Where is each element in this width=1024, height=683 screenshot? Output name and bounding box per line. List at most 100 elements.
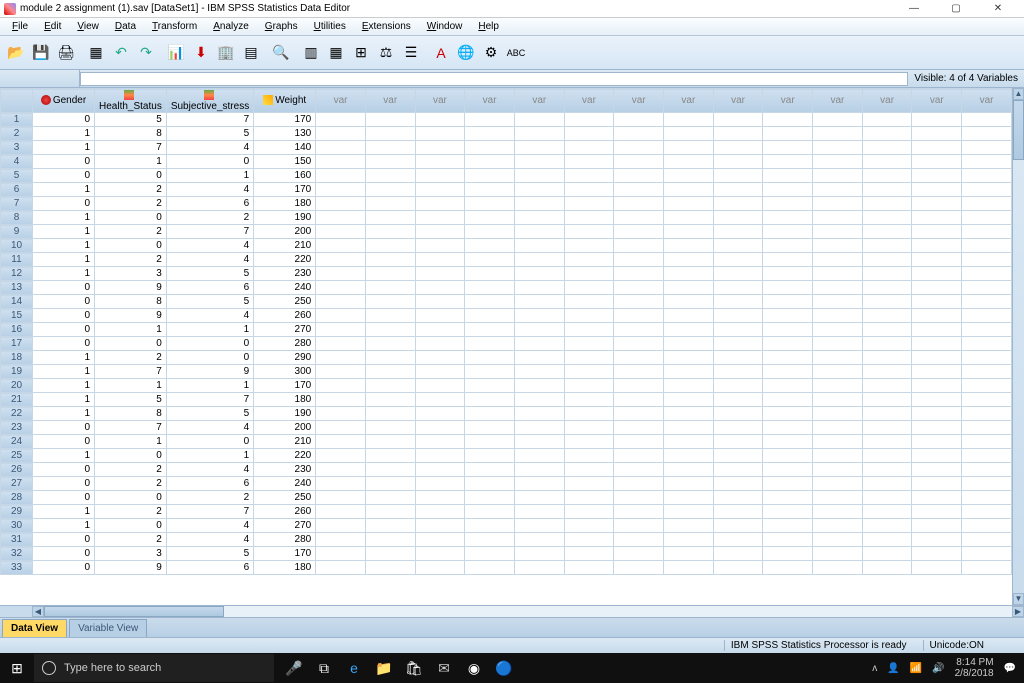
empty-cell[interactable] bbox=[514, 561, 564, 575]
data-cell[interactable]: 2 bbox=[95, 505, 167, 519]
menu-analyze[interactable]: Analyze bbox=[205, 19, 257, 34]
empty-cell[interactable] bbox=[664, 295, 714, 309]
empty-cell[interactable] bbox=[316, 491, 366, 505]
data-cell[interactable]: 0 bbox=[95, 491, 167, 505]
empty-cell[interactable] bbox=[962, 519, 1012, 533]
empty-cell[interactable] bbox=[912, 379, 962, 393]
empty-cell[interactable] bbox=[614, 547, 664, 561]
empty-cell[interactable] bbox=[465, 561, 515, 575]
data-cell[interactable]: 7 bbox=[95, 141, 167, 155]
empty-cell[interactable] bbox=[862, 295, 912, 309]
data-cell[interactable]: 160 bbox=[254, 169, 316, 183]
data-cell[interactable]: 300 bbox=[254, 365, 316, 379]
menu-edit[interactable]: Edit bbox=[36, 19, 69, 34]
data-cell[interactable]: 170 bbox=[254, 547, 316, 561]
empty-cell[interactable] bbox=[763, 309, 813, 323]
data-cell[interactable]: 260 bbox=[254, 505, 316, 519]
empty-cell[interactable] bbox=[365, 239, 415, 253]
empty-cell[interactable] bbox=[862, 519, 912, 533]
empty-cell[interactable] bbox=[664, 547, 714, 561]
empty-cell[interactable] bbox=[763, 463, 813, 477]
empty-cell[interactable] bbox=[664, 463, 714, 477]
empty-cell[interactable] bbox=[713, 295, 763, 309]
empty-cell[interactable] bbox=[415, 211, 465, 225]
empty-cell[interactable] bbox=[514, 155, 564, 169]
insert-cases-icon[interactable]: ▥ bbox=[299, 41, 323, 65]
empty-cell[interactable] bbox=[514, 435, 564, 449]
empty-col-header[interactable]: var bbox=[713, 89, 763, 113]
select-cases-icon[interactable]: ☰ bbox=[399, 41, 423, 65]
empty-cell[interactable] bbox=[962, 267, 1012, 281]
empty-cell[interactable] bbox=[465, 407, 515, 421]
empty-cell[interactable] bbox=[564, 211, 614, 225]
empty-cell[interactable] bbox=[415, 323, 465, 337]
empty-cell[interactable] bbox=[713, 379, 763, 393]
empty-cell[interactable] bbox=[316, 463, 366, 477]
data-cell[interactable]: 150 bbox=[254, 155, 316, 169]
empty-cell[interactable] bbox=[316, 379, 366, 393]
customize-icon[interactable]: ⚙ bbox=[479, 41, 503, 65]
row-header[interactable]: 12 bbox=[1, 267, 33, 281]
row-header[interactable]: 13 bbox=[1, 281, 33, 295]
empty-cell[interactable] bbox=[912, 533, 962, 547]
empty-cell[interactable] bbox=[365, 449, 415, 463]
empty-cell[interactable] bbox=[813, 519, 863, 533]
empty-cell[interactable] bbox=[564, 435, 614, 449]
empty-cell[interactable] bbox=[564, 533, 614, 547]
empty-cell[interactable] bbox=[415, 407, 465, 421]
empty-cell[interactable] bbox=[514, 267, 564, 281]
empty-cell[interactable] bbox=[862, 127, 912, 141]
empty-cell[interactable] bbox=[713, 141, 763, 155]
empty-cell[interactable] bbox=[465, 533, 515, 547]
empty-cell[interactable] bbox=[564, 183, 614, 197]
empty-cell[interactable] bbox=[763, 113, 813, 127]
empty-col-header[interactable]: var bbox=[614, 89, 664, 113]
empty-cell[interactable] bbox=[713, 519, 763, 533]
empty-cell[interactable] bbox=[614, 337, 664, 351]
empty-cell[interactable] bbox=[614, 197, 664, 211]
empty-cell[interactable] bbox=[465, 477, 515, 491]
empty-cell[interactable] bbox=[465, 197, 515, 211]
empty-cell[interactable] bbox=[912, 547, 962, 561]
empty-cell[interactable] bbox=[514, 463, 564, 477]
empty-cell[interactable] bbox=[713, 365, 763, 379]
empty-cell[interactable] bbox=[316, 127, 366, 141]
empty-cell[interactable] bbox=[862, 323, 912, 337]
empty-cell[interactable] bbox=[564, 155, 614, 169]
empty-cell[interactable] bbox=[564, 407, 614, 421]
empty-cell[interactable] bbox=[564, 365, 614, 379]
empty-cell[interactable] bbox=[564, 421, 614, 435]
data-cell[interactable]: 1 bbox=[33, 225, 95, 239]
empty-cell[interactable] bbox=[813, 421, 863, 435]
empty-cell[interactable] bbox=[465, 379, 515, 393]
data-cell[interactable]: 200 bbox=[254, 225, 316, 239]
empty-cell[interactable] bbox=[912, 309, 962, 323]
row-header[interactable]: 18 bbox=[1, 351, 33, 365]
empty-cell[interactable] bbox=[514, 323, 564, 337]
empty-cell[interactable] bbox=[415, 393, 465, 407]
split-file-icon[interactable]: ⊞ bbox=[349, 41, 373, 65]
menu-help[interactable]: Help bbox=[470, 19, 507, 34]
data-cell[interactable]: 4 bbox=[166, 533, 253, 547]
empty-cell[interactable] bbox=[862, 155, 912, 169]
empty-cell[interactable] bbox=[564, 113, 614, 127]
empty-cell[interactable] bbox=[664, 183, 714, 197]
empty-cell[interactable] bbox=[763, 547, 813, 561]
data-cell[interactable]: 230 bbox=[254, 463, 316, 477]
data-cell[interactable]: 3 bbox=[95, 547, 167, 561]
empty-cell[interactable] bbox=[365, 127, 415, 141]
empty-cell[interactable] bbox=[514, 533, 564, 547]
row-header[interactable]: 30 bbox=[1, 519, 33, 533]
empty-cell[interactable] bbox=[365, 561, 415, 575]
empty-cell[interactable] bbox=[763, 337, 813, 351]
empty-cell[interactable] bbox=[514, 281, 564, 295]
empty-cell[interactable] bbox=[564, 519, 614, 533]
empty-cell[interactable] bbox=[664, 225, 714, 239]
row-header[interactable]: 29 bbox=[1, 505, 33, 519]
col-header-health_status[interactable]: Health_Status bbox=[95, 89, 167, 113]
data-cell[interactable]: 0 bbox=[166, 337, 253, 351]
empty-cell[interactable] bbox=[962, 225, 1012, 239]
empty-cell[interactable] bbox=[465, 323, 515, 337]
data-cell[interactable]: 8 bbox=[95, 127, 167, 141]
empty-cell[interactable] bbox=[763, 561, 813, 575]
